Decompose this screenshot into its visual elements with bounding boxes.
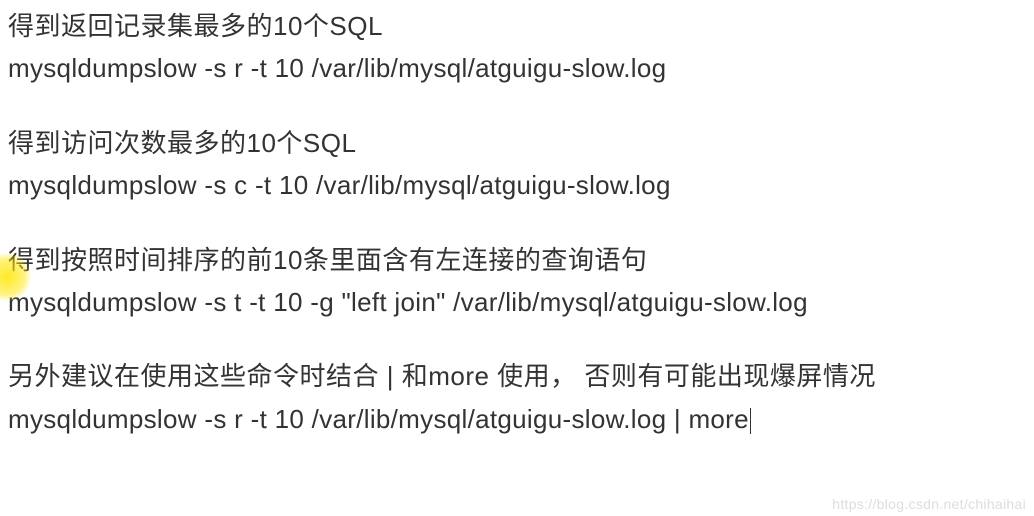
description-2: 得到访问次数最多的10个SQL	[8, 125, 1026, 161]
command-4: mysqldumpslow -s r -t 10 /var/lib/mysql/…	[8, 401, 1026, 437]
description-4: 另外建议在使用这些命令时结合 | 和more 使用， 否则有可能出现爆屏情况	[8, 358, 1026, 394]
command-1: mysqldumpslow -s r -t 10 /var/lib/mysql/…	[8, 50, 1026, 86]
command-4-text: mysqldumpslow -s r -t 10 /var/lib/mysql/…	[8, 404, 749, 434]
section-2: 得到访问次数最多的10个SQL mysqldumpslow -s c -t 10…	[8, 125, 1026, 204]
text-cursor	[750, 408, 751, 434]
description-1: 得到返回记录集最多的10个SQL	[8, 8, 1026, 44]
section-1: 得到返回记录集最多的10个SQL mysqldumpslow -s r -t 1…	[8, 8, 1026, 87]
section-3: 得到按照时间排序的前10条里面含有左连接的查询语句 mysqldumpslow …	[8, 242, 1026, 321]
section-4: 另外建议在使用这些命令时结合 | 和more 使用， 否则有可能出现爆屏情况 m…	[8, 358, 1026, 437]
description-3: 得到按照时间排序的前10条里面含有左连接的查询语句	[8, 242, 1026, 278]
watermark: https://blog.csdn.net/chihaihai	[832, 496, 1026, 512]
command-3: mysqldumpslow -s t -t 10 -g "left join" …	[8, 284, 1026, 320]
command-2: mysqldumpslow -s c -t 10 /var/lib/mysql/…	[8, 167, 1026, 203]
